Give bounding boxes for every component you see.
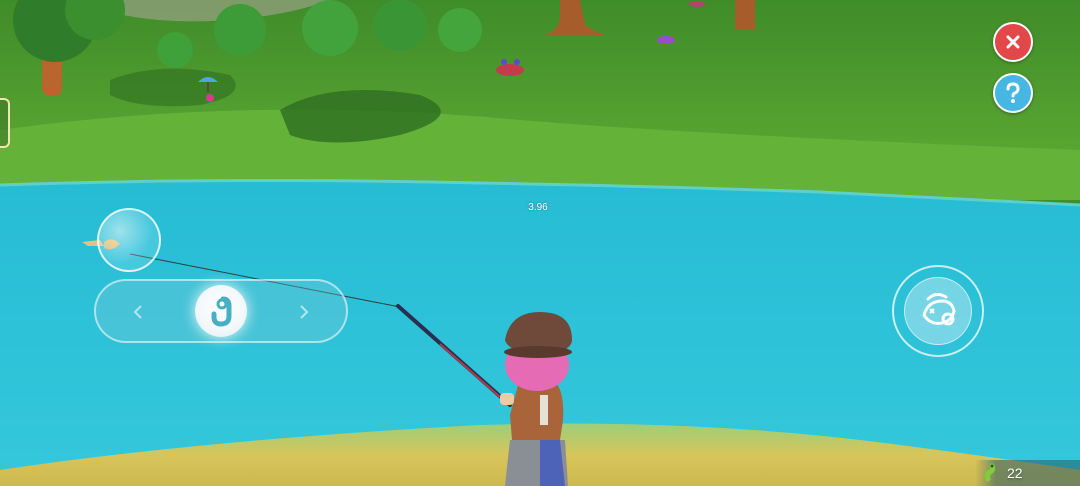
reel-slider-knob[interactable] [195, 285, 247, 337]
side-panel-tab[interactable] [0, 98, 10, 148]
bush [302, 0, 358, 56]
reel-slider-track[interactable] [94, 279, 348, 343]
cast-timer: 3.96 [528, 202, 548, 213]
close-icon [1006, 35, 1020, 49]
worm-icon [984, 463, 996, 482]
crab-creature [689, 1, 705, 7]
bait-count: 22 [1007, 465, 1023, 481]
question-icon [1006, 82, 1020, 103]
tree-trunk [735, 0, 755, 30]
bait-counter: 22 [975, 460, 1080, 486]
help-button[interactable] [993, 73, 1033, 113]
crab-creature [657, 36, 675, 44]
fish-reel-icon [922, 292, 956, 326]
reel-action-inner [904, 277, 972, 345]
reel-action-button[interactable] [892, 265, 984, 357]
bush [438, 8, 482, 52]
bush [157, 32, 193, 68]
chevron-left-icon[interactable] [132, 305, 144, 319]
bush [374, 0, 426, 51]
game-scene [0, 0, 1080, 486]
lure-bubble [97, 208, 161, 272]
player-character [500, 312, 572, 486]
close-button[interactable] [993, 22, 1033, 62]
chevron-right-icon[interactable] [298, 305, 310, 319]
bush [214, 4, 266, 56]
hook-icon [211, 296, 232, 327]
tree-shadow [110, 68, 236, 107]
